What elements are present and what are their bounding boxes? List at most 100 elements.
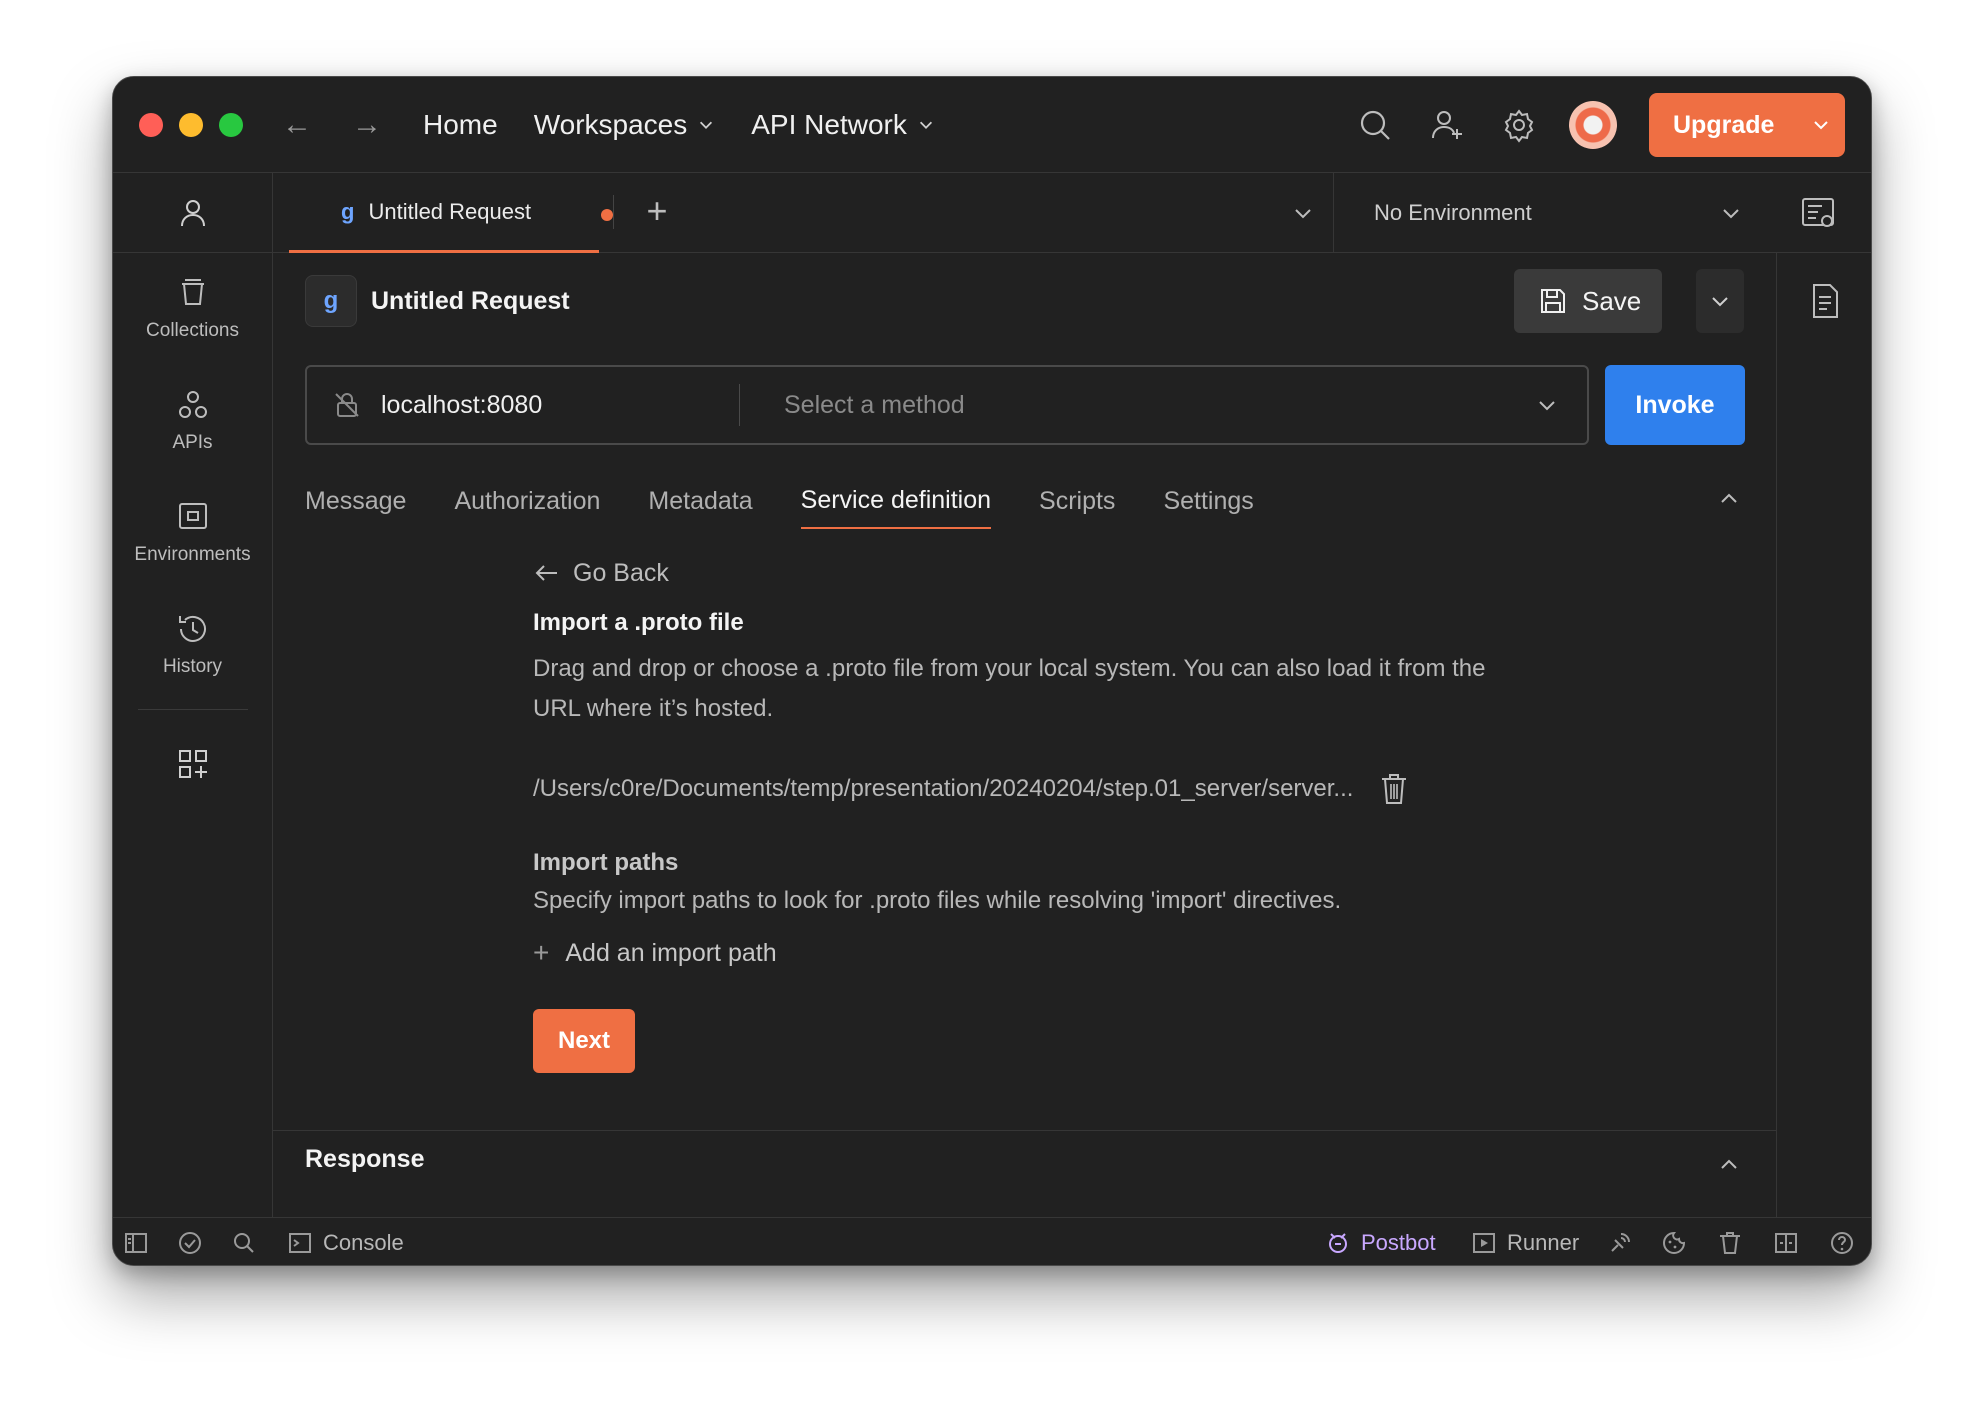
next-button[interactable]: Next — [533, 1009, 635, 1073]
search-icon[interactable] — [1357, 107, 1393, 143]
tab-divider — [613, 195, 614, 229]
tab-title: Untitled Request — [368, 198, 532, 224]
workspace-user-button[interactable] — [113, 173, 272, 253]
postbot-button[interactable]: Postbot — [1325, 1218, 1436, 1265]
save-options-button[interactable] — [1696, 269, 1744, 333]
environment-selector[interactable]: No Environment — [1333, 173, 1783, 253]
configure-sidebar-button[interactable] — [113, 734, 272, 794]
sidebar-item-apis[interactable]: APIs — [113, 365, 272, 477]
add-apps-grid-icon — [178, 750, 207, 778]
capture-satellite-icon — [1611, 1233, 1630, 1252]
response-heading: Response — [305, 1145, 425, 1173]
request-title[interactable]: Untitled Request — [371, 287, 570, 316]
request-panel: g Untitled Request Save localhost:8080 S… — [273, 253, 1776, 1217]
chevron-down-icon — [919, 121, 932, 129]
two-pane-view-button[interactable] — [1773, 1218, 1799, 1265]
sidebar-toggle-icon — [125, 1233, 147, 1253]
response-panel: Response — [273, 1130, 1776, 1192]
chevron-down-icon[interactable] — [1291, 201, 1315, 225]
nav-workspaces-label: Workspaces — [533, 108, 688, 140]
service-definition-panel: Go Back Import a .proto file Drag and dr… — [533, 553, 1513, 1073]
online-status-button[interactable] — [177, 1218, 203, 1265]
chevron-down-icon[interactable] — [1811, 115, 1831, 135]
sidebar-item-collections[interactable]: Collections — [113, 253, 272, 365]
status-bar: Console Postbot Runner — [113, 1217, 1871, 1265]
history-icon — [178, 615, 206, 642]
new-tab-button[interactable]: + — [633, 187, 681, 235]
runner-button[interactable]: Runner — [1471, 1218, 1580, 1265]
collections-icon — [181, 279, 204, 305]
documentation-icon[interactable] — [1805, 281, 1845, 321]
console-button[interactable]: Console — [287, 1218, 404, 1265]
add-import-path-button[interactable]: + Add an import path — [533, 937, 1513, 969]
tab-settings[interactable]: Settings — [1163, 473, 1253, 529]
help-button[interactable] — [1829, 1218, 1855, 1265]
postbot-icon — [1329, 1233, 1347, 1253]
proto-file-path: /Users/c0re/Documents/temp/presentation/… — [533, 775, 1354, 802]
runner-label: Runner — [1507, 1230, 1580, 1255]
trash-icon — [1720, 1232, 1740, 1254]
nav-home[interactable]: Home — [423, 109, 498, 141]
tab-service-definition[interactable]: Service definition — [800, 473, 992, 529]
tab-authorization[interactable]: Authorization — [454, 473, 600, 529]
sidebar-item-environments[interactable]: Environments — [113, 477, 272, 589]
tab-metadata[interactable]: Metadata — [648, 473, 752, 529]
import-proto-description: Drag and drop or choose a .proto file fr… — [533, 655, 1486, 722]
method-select[interactable]: Select a method — [784, 391, 1535, 420]
sidebar-item-label: Environments — [134, 544, 251, 565]
forward-arrow-icon[interactable]: → — [347, 108, 387, 142]
maximize-window-button[interactable] — [219, 112, 243, 137]
capture-requests-button[interactable] — [1607, 1218, 1633, 1265]
sidebar-item-history[interactable]: History — [113, 589, 272, 701]
grpc-icon: g — [305, 275, 357, 327]
check-circle-icon — [179, 1232, 201, 1254]
nav-workspaces[interactable]: Workspaces — [534, 109, 716, 141]
sidebar-item-label: Collections — [146, 320, 239, 341]
chevron-down-icon — [1723, 209, 1739, 219]
close-window-button[interactable] — [139, 112, 163, 137]
sidebar-divider — [137, 709, 248, 710]
nav-home-label: Home — [423, 108, 498, 140]
server-url-input[interactable]: localhost:8080 — [381, 391, 721, 420]
postbot-label: Postbot — [1361, 1230, 1436, 1255]
url-divider — [739, 384, 740, 426]
request-header: g Untitled Request Save — [305, 269, 1744, 333]
chevron-down-icon — [1712, 297, 1728, 307]
delete-trash-icon[interactable] — [1379, 772, 1409, 806]
tls-disabled-lock-icon[interactable] — [333, 391, 361, 419]
upgrade-button[interactable]: Upgrade — [1649, 93, 1845, 157]
toggle-sidebar-button[interactable] — [123, 1218, 149, 1265]
cookie-icon — [1663, 1231, 1686, 1254]
go-back-link[interactable]: Go Back — [533, 553, 1513, 593]
title-bar: ← → Home Workspaces API Network Upgrade — [113, 77, 1871, 173]
invite-user-icon[interactable] — [1429, 107, 1465, 143]
trash-button[interactable] — [1717, 1218, 1743, 1265]
request-subtabs: Message Authorization Metadata Service d… — [305, 473, 1254, 533]
tab-scripts[interactable]: Scripts — [1039, 473, 1115, 529]
console-terminal-icon — [289, 1233, 311, 1253]
invoke-button[interactable]: Invoke — [1605, 365, 1745, 445]
find-replace-button[interactable] — [231, 1218, 257, 1265]
save-disk-icon — [1541, 289, 1565, 313]
go-back-label: Go Back — [573, 558, 669, 587]
chevron-down-icon[interactable] — [1535, 393, 1559, 417]
cookies-button[interactable] — [1661, 1218, 1687, 1265]
back-arrow-icon[interactable]: ← — [277, 108, 317, 142]
avatar[interactable] — [1569, 101, 1617, 149]
help-question-icon — [1831, 1232, 1853, 1254]
nav-api-network-label: API Network — [751, 108, 907, 140]
save-button[interactable]: Save — [1514, 269, 1662, 333]
environments-icon — [178, 503, 207, 529]
environment-quick-look-icon[interactable] — [1799, 193, 1839, 233]
unsaved-dot — [601, 209, 613, 221]
chevron-up-icon[interactable] — [1717, 487, 1741, 511]
nav-api-network[interactable]: API Network — [751, 109, 935, 141]
selected-file-row: /Users/c0re/Documents/temp/presentation/… — [533, 769, 1513, 809]
chevron-up-icon[interactable] — [1717, 1153, 1741, 1177]
minimize-window-button[interactable] — [179, 112, 203, 137]
tab-message[interactable]: Message — [305, 473, 406, 529]
tab-strip: g Untitled Request + No Environment — [273, 173, 1871, 253]
import-proto-heading: Import a .proto file — [533, 609, 744, 636]
tab-untitled-request[interactable]: g Untitled Request — [289, 173, 613, 253]
settings-gear-icon[interactable] — [1501, 107, 1537, 143]
